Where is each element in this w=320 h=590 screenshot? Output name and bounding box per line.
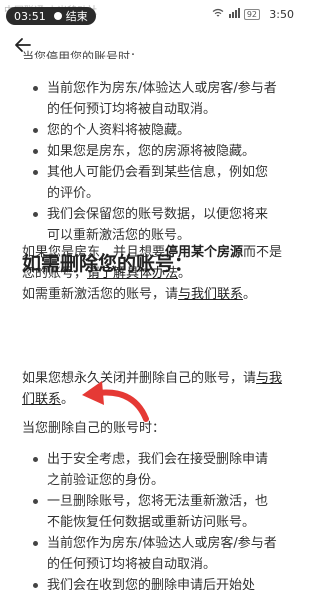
end-record-label: 结束 — [65, 10, 88, 23]
delete-effects-list: 出于安全考虑，我们会在接受删除申请之前验证您的身份。 一旦删除账号，您将无法重新… — [0, 449, 300, 590]
status-bar: 中国联通 小米移动社 03:51 结束 92 3:50 — [0, 0, 300, 28]
battery-icon: 92 — [243, 9, 260, 20]
list-item: 出于安全考虑，我们会在接受删除申请之前验证您的身份。 — [0, 449, 300, 491]
record-icon — [53, 12, 62, 20]
wifi-icon — [212, 8, 224, 21]
reactivate-paragraph: 如需重新激活您的账号，请与我们联系。 — [22, 284, 284, 305]
list-item: 我们会在收到您的删除申请后开始处理，但我们可能会根据法律要求，或在 — [0, 575, 300, 590]
deactivate-effects-list: 当前您作为房东/体验达人或房客/参与者的任何预订均将被自动取消。 您的个人资料将… — [0, 78, 300, 246]
para-text: 如需重新激活您的账号，请 — [22, 287, 179, 302]
section-intro-text: 当您停用您的账号时： — [22, 50, 143, 59]
list-item: 一旦删除账号，您将无法重新激活，也不能恢复任何数据或重新访问账号。 — [0, 491, 300, 533]
signal-icon — [228, 8, 240, 21]
list-item: 当前您作为房东/体验达人或房客/参与者的任何预订均将被自动取消。 — [0, 78, 300, 120]
red-arrow-annotation — [78, 375, 158, 425]
contact-us-link[interactable]: 与我们联系 — [178, 287, 243, 302]
delete-account-heading: 如需删除您的账号： — [22, 253, 194, 275]
para-text: 。 — [243, 287, 257, 302]
list-item: 如果您是房东，您的房源将被隐藏。 — [0, 141, 300, 162]
record-timer: 03:51 — [14, 9, 46, 23]
list-item: 您的个人资料将被隐藏。 — [0, 120, 300, 141]
status-icons: 92 — [212, 8, 260, 21]
list-item: 我们会保留您的账号数据，以便您将来可以重新激活您的账号。 — [0, 204, 300, 246]
list-item: 当前您作为房东/体验达人或房客/参与者的任何预订均将被自动取消。 — [0, 533, 300, 575]
para-text: 。 — [61, 392, 75, 407]
clock: 3:50 — [269, 8, 294, 21]
list-item: 其他人可能仍会看到某些信息，例如您的评价。 — [0, 162, 300, 204]
screen-record-pill[interactable]: 03:51 结束 — [6, 7, 96, 25]
